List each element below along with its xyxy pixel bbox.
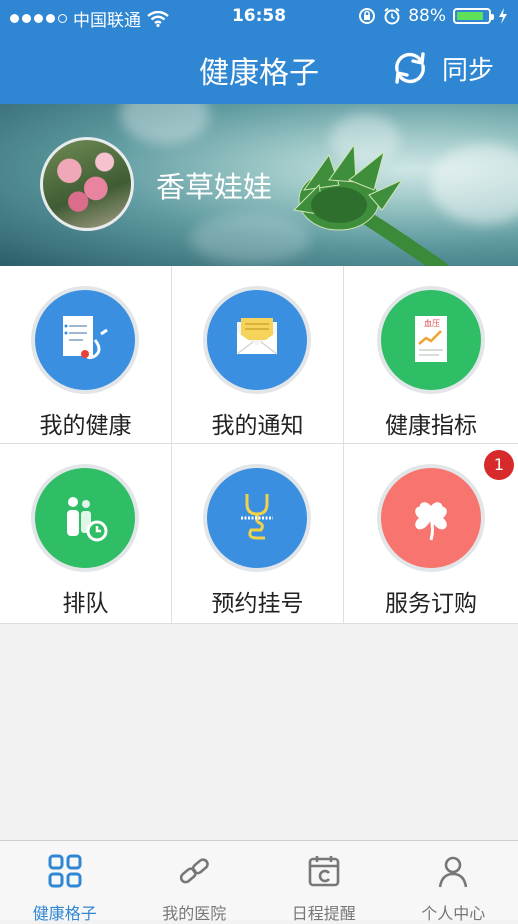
alarm-icon [383, 7, 401, 25]
menu-icon-circle: 血压 [377, 286, 485, 394]
tab-personal-center[interactable]: 个人中心 [389, 841, 518, 920]
menu-grid: 我的健康 我的通知 血压 健康指标 [0, 266, 518, 624]
calendar-icon [306, 853, 342, 889]
battery-percent: 88% [408, 6, 446, 26]
sync-icon [390, 48, 430, 88]
tab-health-grid[interactable]: 健康格子 [0, 841, 130, 920]
blood-pressure-icon: 血压 [401, 310, 461, 370]
tab-label: 健康格子 [0, 900, 130, 924]
menu-queue[interactable]: 排队 [0, 444, 172, 624]
battery-icon [453, 8, 491, 24]
queue-icon [55, 488, 115, 548]
tab-my-hospital[interactable]: 我的医院 [130, 841, 260, 920]
notification-badge: 1 [484, 450, 514, 480]
status-bar: 中国联通 16:58 88% [0, 0, 518, 34]
charging-icon [498, 8, 508, 24]
menu-my-notifications[interactable]: 我的通知 [172, 266, 344, 444]
menu-icon-circle [377, 464, 485, 572]
menu-my-health[interactable]: 我的健康 [0, 266, 172, 444]
menu-label: 我的通知 [172, 406, 343, 440]
menu-label: 我的健康 [0, 406, 171, 440]
menu-icon-circle [31, 464, 139, 572]
sync-label: 同步 [442, 50, 494, 87]
status-right: 88% [358, 6, 508, 26]
menu-icon-circle [203, 464, 311, 572]
tab-label: 个人中心 [389, 900, 518, 924]
menu-label: 健康指标 [344, 406, 518, 440]
person-icon [435, 853, 471, 889]
tab-label: 我的医院 [130, 900, 260, 924]
plant-bud-image [284, 140, 464, 266]
avatar[interactable] [40, 137, 134, 231]
link-icon [176, 853, 212, 889]
envelope-icon [227, 310, 287, 370]
menu-icon-circle [203, 286, 311, 394]
menu-label: 预约挂号 [172, 584, 343, 618]
menu-label: 服务订购 [344, 584, 518, 618]
rotation-lock-icon [358, 7, 376, 25]
nav-bar: 健康格子 同步 [0, 34, 518, 104]
menu-appointment[interactable]: 预约挂号 [172, 444, 344, 624]
menu-service-order[interactable]: 1 服务订购 [344, 444, 518, 624]
icon-text: 血压 [424, 318, 440, 328]
tab-schedule-reminder[interactable]: 日程提醒 [259, 841, 389, 920]
stethoscope-icon [227, 488, 287, 548]
menu-health-indicators[interactable]: 血压 健康指标 [344, 266, 518, 444]
health-record-icon [55, 310, 115, 370]
grid-icon [47, 853, 83, 889]
menu-label: 排队 [0, 584, 171, 618]
profile-banner: 香草娃娃 [0, 104, 518, 266]
clover-icon [401, 488, 461, 548]
tab-bar: 健康格子 我的医院 日程提醒 个人中心 [0, 840, 518, 920]
tab-label: 日程提醒 [259, 900, 389, 924]
username: 香草娃娃 [156, 164, 272, 206]
menu-icon-circle [31, 286, 139, 394]
sync-button[interactable]: 同步 [390, 48, 494, 88]
